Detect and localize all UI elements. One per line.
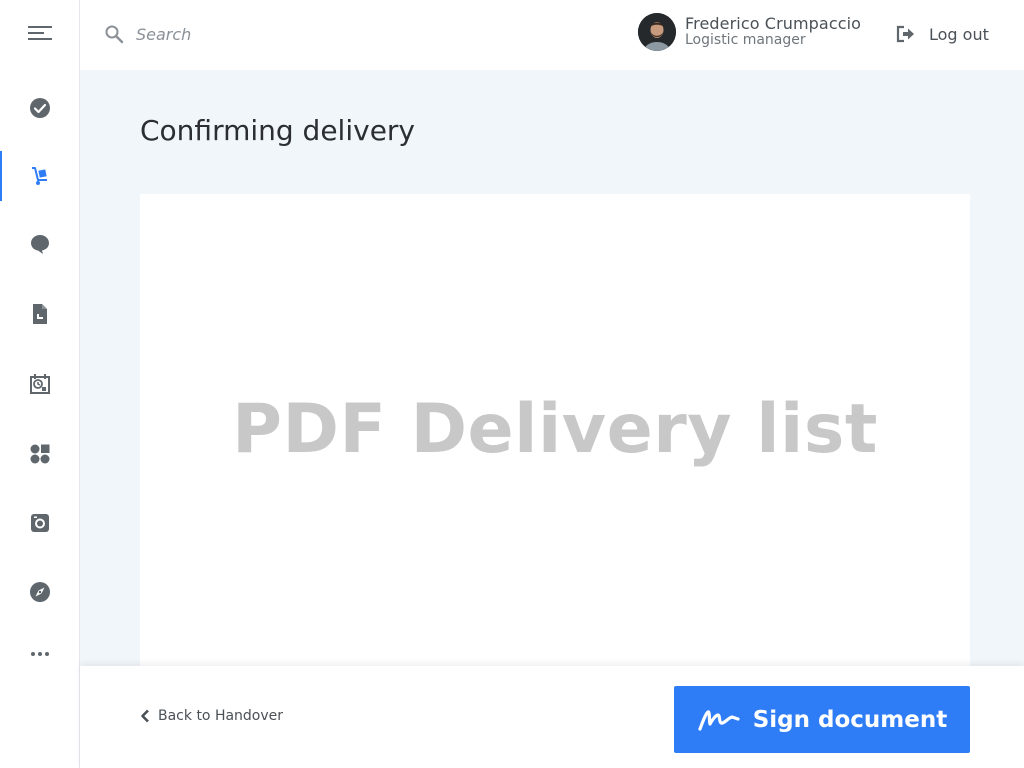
- hand-truck-icon: [31, 167, 47, 185]
- sidebar-item-camera[interactable]: [0, 498, 79, 548]
- calendar-clock-icon: [29, 374, 50, 394]
- sidebar-item-delivery[interactable]: [0, 151, 79, 201]
- document-icon: [32, 304, 47, 324]
- apps-grid-icon: [30, 444, 49, 464]
- sidebar-item-documents[interactable]: [0, 289, 79, 339]
- user-name: Frederico Crumpaccio: [685, 14, 862, 34]
- search-input[interactable]: [136, 24, 396, 44]
- sign-document-label: Sign document: [752, 706, 948, 733]
- back-to-handover-link[interactable]: Back to Handover: [140, 708, 283, 724]
- avatar-image: [638, 13, 676, 51]
- sidebar-item-apps[interactable]: [0, 429, 79, 479]
- user-role: Logistic manager: [685, 32, 806, 49]
- back-label: Back to Handover: [158, 708, 284, 724]
- signature-icon: [698, 709, 740, 731]
- pdf-placeholder-text: PDF Delivery list: [232, 390, 878, 469]
- search-icon[interactable]: [104, 24, 124, 44]
- sidebar-item-tasks[interactable]: [0, 83, 79, 133]
- sidebar: [0, 0, 80, 768]
- logout-button[interactable]: Log out: [896, 22, 989, 46]
- sidebar-item-messages[interactable]: [0, 219, 79, 269]
- logout-label: Log out: [929, 24, 989, 44]
- menu-icon: [27, 26, 52, 40]
- check-circle-icon: [29, 98, 50, 118]
- sidebar-more-button[interactable]: [0, 629, 79, 679]
- chat-bubble-icon: [30, 235, 49, 254]
- more-dots-icon: [30, 652, 49, 656]
- user-profile[interactable]: Frederico Crumpaccio Logistic manager: [638, 13, 861, 51]
- logout-icon: [896, 25, 914, 43]
- menu-toggle-button[interactable]: [0, 8, 79, 58]
- compass-icon: [29, 582, 50, 602]
- top-bar: Frederico Crumpaccio Logistic manager Lo…: [80, 0, 1024, 70]
- sidebar-item-schedule[interactable]: [0, 359, 79, 409]
- sign-document-button[interactable]: Sign document: [674, 686, 970, 753]
- sidebar-item-explore[interactable]: [0, 567, 79, 617]
- chevron-left-icon: [141, 709, 149, 723]
- action-footer: Back to Handover Sign document: [80, 666, 1024, 768]
- main-content: Confirming delivery PDF Delivery list: [80, 70, 1024, 666]
- pdf-viewer[interactable]: PDF Delivery list: [140, 194, 970, 666]
- page-title: Confirming delivery: [140, 114, 415, 147]
- camera-icon: [30, 514, 49, 532]
- avatar[interactable]: [638, 13, 676, 51]
- search-bar: [104, 20, 396, 48]
